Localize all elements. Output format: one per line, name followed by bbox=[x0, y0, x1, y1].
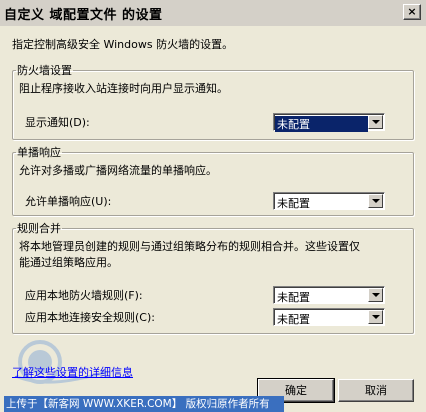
chevron-down-icon[interactable] bbox=[368, 310, 383, 324]
dropdown-value: 未配置 bbox=[277, 291, 310, 304]
group-legend: 规则合并 bbox=[17, 222, 61, 235]
close-button[interactable]: × bbox=[403, 4, 421, 20]
group-description: 阻止程序接收入站连接时向用户显示通知。 bbox=[19, 82, 228, 95]
settings-details-link[interactable]: 了解这些设置的详细信息 bbox=[12, 364, 133, 380]
group-description-line-2: 能通过组策略应用。 bbox=[19, 256, 118, 269]
dropdown-value: 未配置 bbox=[277, 197, 310, 210]
chevron-down-icon[interactable] bbox=[368, 288, 383, 302]
window-title: 自定义 域配置文件 的设置 bbox=[4, 8, 163, 23]
dropdown-value: 未配置 bbox=[277, 313, 310, 326]
allow-unicast-response-label: 允许单播响应(U): bbox=[25, 195, 112, 208]
display-notification-dropdown[interactable]: 未配置 bbox=[273, 113, 385, 132]
apply-local-connection-security-rules-dropdown[interactable]: 未配置 bbox=[273, 308, 385, 326]
allow-unicast-response-dropdown[interactable]: 未配置 bbox=[273, 192, 385, 210]
unicast-response-group: 单播响应 允许对多播或广播网络流量的单播响应。 允许单播响应(U): 未配置 bbox=[12, 144, 414, 216]
dialog-description: 指定控制高级安全 Windows 防火墙的设置。 bbox=[12, 38, 234, 51]
title-bar: 自定义 域配置文件 的设置 × bbox=[0, 0, 426, 26]
apply-local-connection-security-rules-label: 应用本地连接安全规则(C): bbox=[25, 311, 155, 324]
apply-local-firewall-rules-label: 应用本地防火墙规则(F): bbox=[25, 289, 143, 302]
chevron-down-icon[interactable] bbox=[368, 115, 383, 129]
group-description-line-1: 将本地管理员创建的规则与通过组策略分布的规则相合并。这些设置仅 bbox=[19, 240, 360, 253]
group-legend: 单播响应 bbox=[17, 146, 61, 159]
dropdown-value: 未配置 bbox=[275, 116, 368, 132]
rule-merging-group: 规则合并 将本地管理员创建的规则与通过组策略分布的规则相合并。这些设置仅 能通过… bbox=[12, 220, 414, 334]
group-legend: 防火墙设置 bbox=[17, 64, 72, 77]
watermark-logo-icon bbox=[15, 340, 107, 384]
cancel-button[interactable]: 取消 bbox=[338, 379, 414, 402]
display-notification-label: 显示通知(D): bbox=[25, 116, 90, 129]
watermark-banner: 上传于【新客网 WWW.XKER.COM】 版权归原作者所有 bbox=[4, 396, 284, 412]
firewall-settings-group: 防火墙设置 阻止程序接收入站连接时向用户显示通知。 显示通知(D): 未配置 bbox=[12, 62, 414, 140]
group-description: 允许对多播或广播网络流量的单播响应。 bbox=[19, 164, 217, 177]
apply-local-firewall-rules-dropdown[interactable]: 未配置 bbox=[273, 286, 385, 304]
chevron-down-icon[interactable] bbox=[368, 194, 383, 208]
